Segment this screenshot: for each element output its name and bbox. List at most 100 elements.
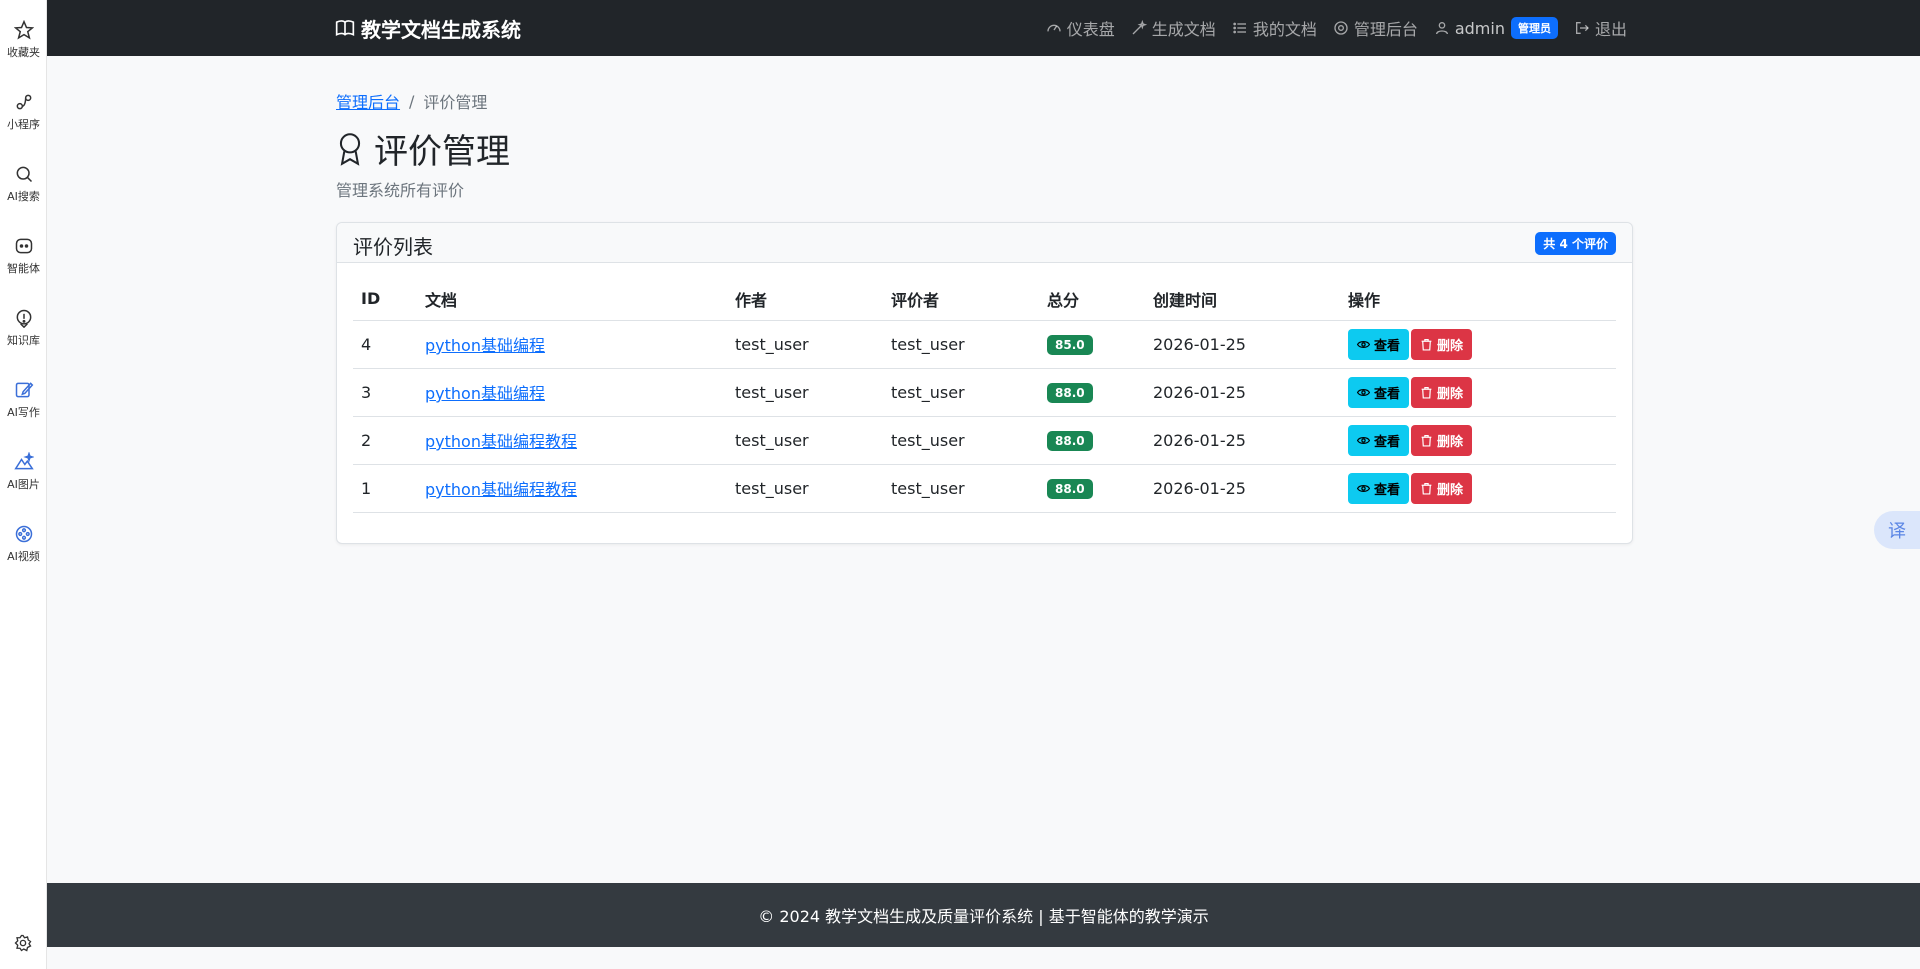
cell-document: python基础编程教程 xyxy=(417,416,727,465)
cell-reviewer: test_user xyxy=(883,320,1039,369)
star-icon xyxy=(13,20,34,40)
sidebar-item-label: AI图片 xyxy=(7,478,40,491)
sidebar-item-ai-video[interactable]: AI视频 xyxy=(0,524,47,564)
nav-my-docs[interactable]: 我的文档 xyxy=(1232,16,1317,40)
page-subtitle: 管理系统所有评价 xyxy=(336,181,465,200)
breadcrumb-admin-link[interactable]: 管理后台 xyxy=(336,89,400,113)
sidebar-item-label: 收藏夹 xyxy=(7,46,40,59)
nav-logout[interactable]: 退出 xyxy=(1574,16,1627,40)
delete-button-label: 删除 xyxy=(1437,386,1464,402)
cell-document: python基础编程 xyxy=(417,320,727,369)
sidebar-item-ai-image[interactable]: AI图片 xyxy=(0,452,47,492)
reviews-table: ID 文档 作者 评价者 总分 创建时间 操作 4 python基础编程 tes… xyxy=(353,278,1616,513)
cell-document: python基础编程教程 xyxy=(417,464,727,513)
nav-my-docs-label: 我的文档 xyxy=(1252,20,1317,39)
table-row: 3 python基础编程 test_user test_user 88.0 20… xyxy=(353,368,1616,417)
document-link[interactable]: python基础编程教程 xyxy=(425,432,577,451)
sidebar-item-knowledge[interactable]: 知识库 xyxy=(0,308,47,348)
page-title: 评价管理 xyxy=(336,124,510,173)
breadcrumb: 管理后台 / 评价管理 xyxy=(336,89,487,113)
cell-id: 1 xyxy=(353,464,417,513)
nav-dashboard[interactable]: 仪表盘 xyxy=(1046,16,1115,40)
trash-icon xyxy=(1421,434,1432,447)
cell-reviewer: test_user xyxy=(883,416,1039,465)
sidebar-item-label: 小程序 xyxy=(7,118,40,131)
delete-button[interactable]: 删除 xyxy=(1411,376,1473,408)
table-row: 1 python基础编程教程 test_user test_user 88.0 … xyxy=(353,464,1616,513)
breadcrumb-separator: / xyxy=(409,91,415,111)
table-row: 2 python基础编程教程 test_user test_user 88.0 … xyxy=(353,416,1616,465)
nav-user-menu[interactable]: admin 管理员 xyxy=(1434,17,1558,39)
nav-admin[interactable]: 管理后台 xyxy=(1333,16,1418,40)
cell-reviewer: test_user xyxy=(883,464,1039,513)
cell-actions: 查看 删除 xyxy=(1340,416,1616,465)
view-button-label: 查看 xyxy=(1374,386,1401,402)
count-badge: 共 4 个评价 xyxy=(1535,232,1616,255)
eye-icon xyxy=(1357,388,1370,396)
book-icon xyxy=(335,20,355,37)
write-icon xyxy=(15,382,33,398)
sidebar-item-agent[interactable]: 智能体 xyxy=(0,236,47,276)
list-icon xyxy=(1233,22,1246,34)
delete-button[interactable]: 删除 xyxy=(1411,328,1473,360)
table-row: 4 python基础编程 test_user test_user 85.0 20… xyxy=(353,320,1616,369)
translate-button[interactable]: 译 xyxy=(1874,511,1920,549)
sidebar-item-ai-write[interactable]: AI写作 xyxy=(0,380,47,420)
nav-generate[interactable]: 生成文档 xyxy=(1131,16,1216,40)
sidebar-item-mini-program[interactable]: 小程序 xyxy=(0,92,47,132)
cell-author: test_user xyxy=(727,368,883,417)
gear-icon xyxy=(14,934,32,952)
sidebar-item-label: AI视频 xyxy=(7,550,40,563)
person-icon xyxy=(1435,22,1448,35)
cell-actions: 查看 删除 xyxy=(1340,368,1616,417)
cell-score: 88.0 xyxy=(1039,416,1145,465)
view-button[interactable]: 查看 xyxy=(1348,472,1410,504)
reviews-card: 评价列表 共 4 个评价 ID 文档 作者 评价者 总分 创建时间 操作 4 p… xyxy=(336,222,1633,544)
delete-button-label: 删除 xyxy=(1437,482,1464,498)
trash-icon xyxy=(1421,386,1432,399)
view-button-label: 查看 xyxy=(1374,482,1401,498)
column-header-author: 作者 xyxy=(727,278,883,321)
document-link[interactable]: python基础编程 xyxy=(425,384,545,403)
navbar-brand[interactable]: 教学文档生成系统 xyxy=(335,0,521,56)
sidebar-item-ai-search[interactable]: AI搜索 xyxy=(0,164,47,204)
delete-button-label: 删除 xyxy=(1437,338,1464,354)
delete-button-label: 删除 xyxy=(1437,434,1464,450)
trash-icon xyxy=(1421,482,1432,495)
nav-username: admin xyxy=(1454,18,1505,38)
cell-author: test_user xyxy=(727,320,883,369)
cell-id: 4 xyxy=(353,320,417,369)
nav-admin-label: 管理后台 xyxy=(1353,20,1418,39)
sidebar-item-favorites[interactable]: 收藏夹 xyxy=(0,20,47,60)
view-button[interactable]: 查看 xyxy=(1348,328,1410,360)
cell-id: 2 xyxy=(353,416,417,465)
sidebar-item-label: AI搜索 xyxy=(7,190,40,203)
nav-generate-label: 生成文档 xyxy=(1151,20,1216,39)
page-footer: © 2024 教学文档生成及质量评价系统 | 基于智能体的教学演示 xyxy=(47,883,1920,947)
view-button-label: 查看 xyxy=(1374,434,1401,450)
view-button-label: 查看 xyxy=(1374,338,1401,354)
nav-logout-label: 退出 xyxy=(1594,20,1627,39)
sidebar-item-label: 智能体 xyxy=(7,262,40,275)
search-icon xyxy=(16,166,32,183)
cell-reviewer: test_user xyxy=(883,368,1039,417)
award-icon xyxy=(339,132,361,166)
score-badge: 88.0 xyxy=(1047,382,1093,403)
cell-score: 88.0 xyxy=(1039,464,1145,513)
top-navbar: 教学文档生成系统 仪表盘 生成文档 我的文档 管理后台 admin 管理员 退出 xyxy=(47,0,1920,56)
delete-button[interactable]: 删除 xyxy=(1411,424,1473,456)
speedometer-icon xyxy=(1047,24,1061,32)
column-header-document: 文档 xyxy=(417,278,727,321)
view-button[interactable]: 查看 xyxy=(1348,424,1410,456)
document-link[interactable]: python基础编程 xyxy=(425,336,545,355)
document-link[interactable]: python基础编程教程 xyxy=(425,480,577,499)
score-badge: 85.0 xyxy=(1047,334,1093,355)
delete-button[interactable]: 删除 xyxy=(1411,472,1473,504)
column-header-score: 总分 xyxy=(1039,278,1145,321)
table-header-row: ID 文档 作者 评价者 总分 创建时间 操作 xyxy=(353,278,1616,321)
sidebar-settings-button[interactable] xyxy=(14,934,32,956)
sidebar-item-label: AI写作 xyxy=(7,406,40,419)
view-button[interactable]: 查看 xyxy=(1348,376,1410,408)
mini-program-icon xyxy=(16,94,31,110)
role-badge: 管理员 xyxy=(1510,17,1558,39)
